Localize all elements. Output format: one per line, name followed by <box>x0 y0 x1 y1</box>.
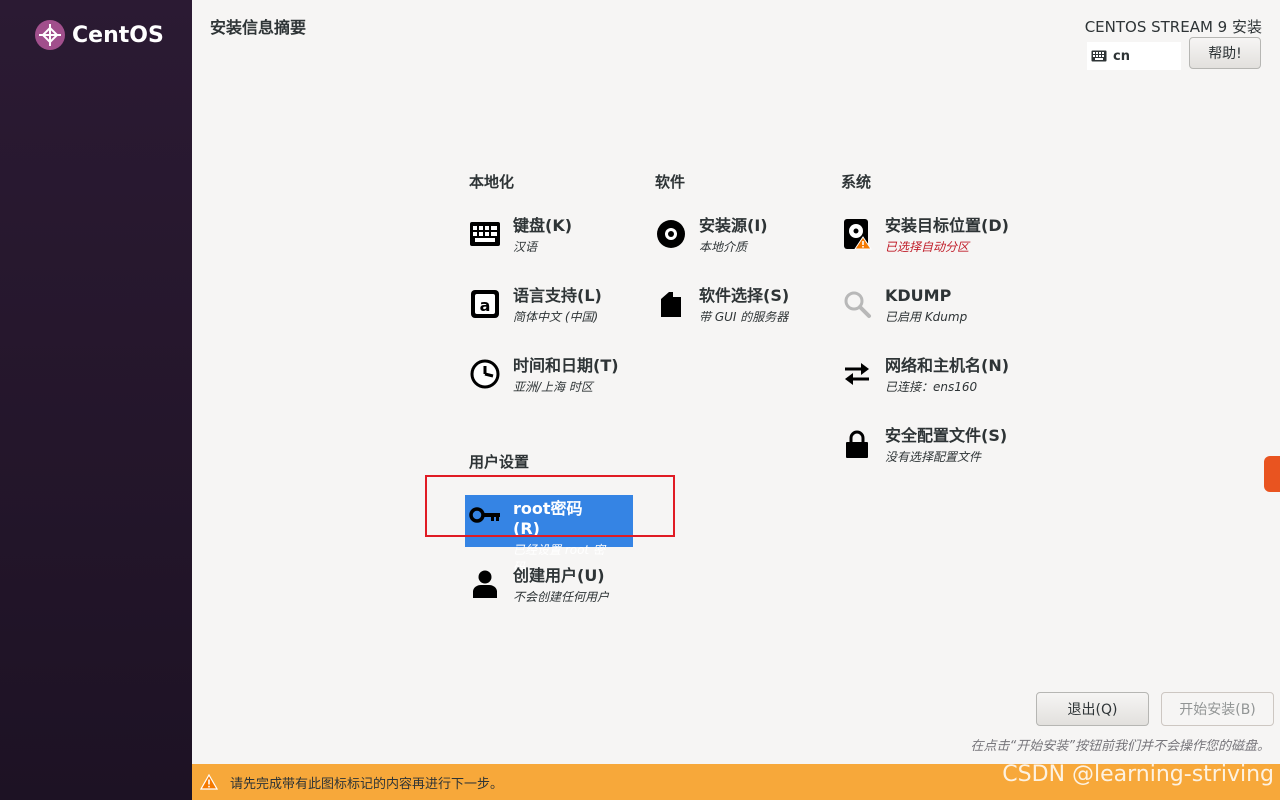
annotation-highlight-box <box>425 475 675 537</box>
magnifier-icon <box>841 288 873 320</box>
spoke-destination-title: 安装目标位置(D) <box>885 216 1009 235</box>
watermark: CSDN @learning-striving <box>1002 762 1274 787</box>
spoke-network-status: 已连接：ens160 <box>885 380 978 394</box>
spoke-language-status: 简体中文 (中国) <box>513 310 599 324</box>
spoke-source-status: 本地介质 <box>699 240 748 254</box>
warning-bar-text: 请先完成带有此图标标记的内容再进行下一步。 <box>230 776 504 792</box>
warning-icon <box>200 774 218 790</box>
spoke-keyboard-status: 汉语 <box>513 240 538 254</box>
logo-text: CentOS <box>72 22 164 48</box>
centos-logo-icon <box>35 20 65 50</box>
sidebar: CentOS <box>0 0 192 800</box>
help-button[interactable]: 帮助! <box>1189 37 1261 69</box>
spoke-software-selection[interactable]: 软件选择(S) 带 GUI 的服务器 <box>655 286 789 325</box>
keyboard-icon <box>469 218 501 250</box>
spoke-time[interactable]: 时间和日期(T) 亚洲/上海 时区 <box>469 356 619 395</box>
spoke-security[interactable]: 安全配置文件(S) 没有选择配置文件 <box>841 426 1007 465</box>
spoke-kdump-status: 已启用 Kdump <box>885 310 968 324</box>
package-icon <box>655 288 687 320</box>
spoke-create-user[interactable]: 创建用户(U) 不会创建任何用户 <box>469 566 609 605</box>
svg-text:a: a <box>480 296 491 315</box>
spoke-software-status: 带 GUI 的服务器 <box>699 310 789 324</box>
spoke-network[interactable]: 网络和主机名(N) 已连接：ens160 <box>841 356 1009 395</box>
keyboard-layout-label: cn <box>1113 48 1130 64</box>
lock-icon <box>841 428 873 460</box>
spoke-user-title: 创建用户(U) <box>513 566 605 585</box>
spoke-source-title: 安装源(I) <box>699 216 768 235</box>
spoke-network-title: 网络和主机名(N) <box>885 356 1010 375</box>
main-panel: 安装信息摘要 CENTOS STREAM 9 安装 cn 帮助! 本地化 软件 … <box>192 0 1280 800</box>
category-user-settings: 用户设置 <box>469 453 530 471</box>
language-icon: a <box>469 288 501 320</box>
keyboard-layout-indicator[interactable]: cn <box>1087 42 1181 70</box>
side-tab[interactable] <box>1264 456 1280 492</box>
category-system: 系统 <box>841 173 872 191</box>
begin-installation-button[interactable]: 开始安装(B) <box>1161 692 1274 726</box>
spoke-user-status: 不会创建任何用户 <box>513 590 610 604</box>
harddisk-warning-icon <box>841 218 873 250</box>
centos-logo: CentOS <box>34 19 164 51</box>
spoke-keyboard[interactable]: 键盘(K) 汉语 <box>469 216 572 255</box>
category-software: 软件 <box>655 173 686 191</box>
keyboard-small-icon <box>1091 50 1107 62</box>
spoke-kdump-title: KDUMP <box>885 286 952 305</box>
category-localization: 本地化 <box>469 173 515 191</box>
spoke-keyboard-title: 键盘(K) <box>513 216 573 235</box>
spoke-time-title: 时间和日期(T) <box>513 356 619 375</box>
clock-icon <box>469 358 501 390</box>
spoke-security-status: 没有选择配置文件 <box>885 450 982 464</box>
page-title: 安装信息摘要 <box>210 18 307 37</box>
spoke-security-title: 安全配置文件(S) <box>885 426 1008 445</box>
user-icon <box>469 568 501 600</box>
disk-footnote: 在点击“开始安装”按钮前我们并不会操作您的磁盘。 <box>970 739 1270 754</box>
spoke-software-title: 软件选择(S) <box>699 286 790 305</box>
disc-icon <box>655 218 687 250</box>
product-title: CENTOS STREAM 9 安装 <box>1084 18 1262 36</box>
spoke-time-status: 亚洲/上海 时区 <box>513 380 593 394</box>
spoke-language[interactable]: a 语言支持(L) 简体中文 (中国) <box>469 286 602 325</box>
spoke-installation-source[interactable]: 安装源(I) 本地介质 <box>655 216 768 255</box>
spoke-language-title: 语言支持(L) <box>513 286 602 305</box>
quit-button[interactable]: 退出(Q) <box>1036 692 1149 726</box>
spoke-installation-destination[interactable]: 安装目标位置(D) 已选择自动分区 <box>841 216 1009 255</box>
spoke-destination-status: 已选择自动分区 <box>885 240 970 254</box>
spoke-kdump[interactable]: KDUMP 已启用 Kdump <box>841 286 967 325</box>
network-arrows-icon <box>841 358 873 390</box>
